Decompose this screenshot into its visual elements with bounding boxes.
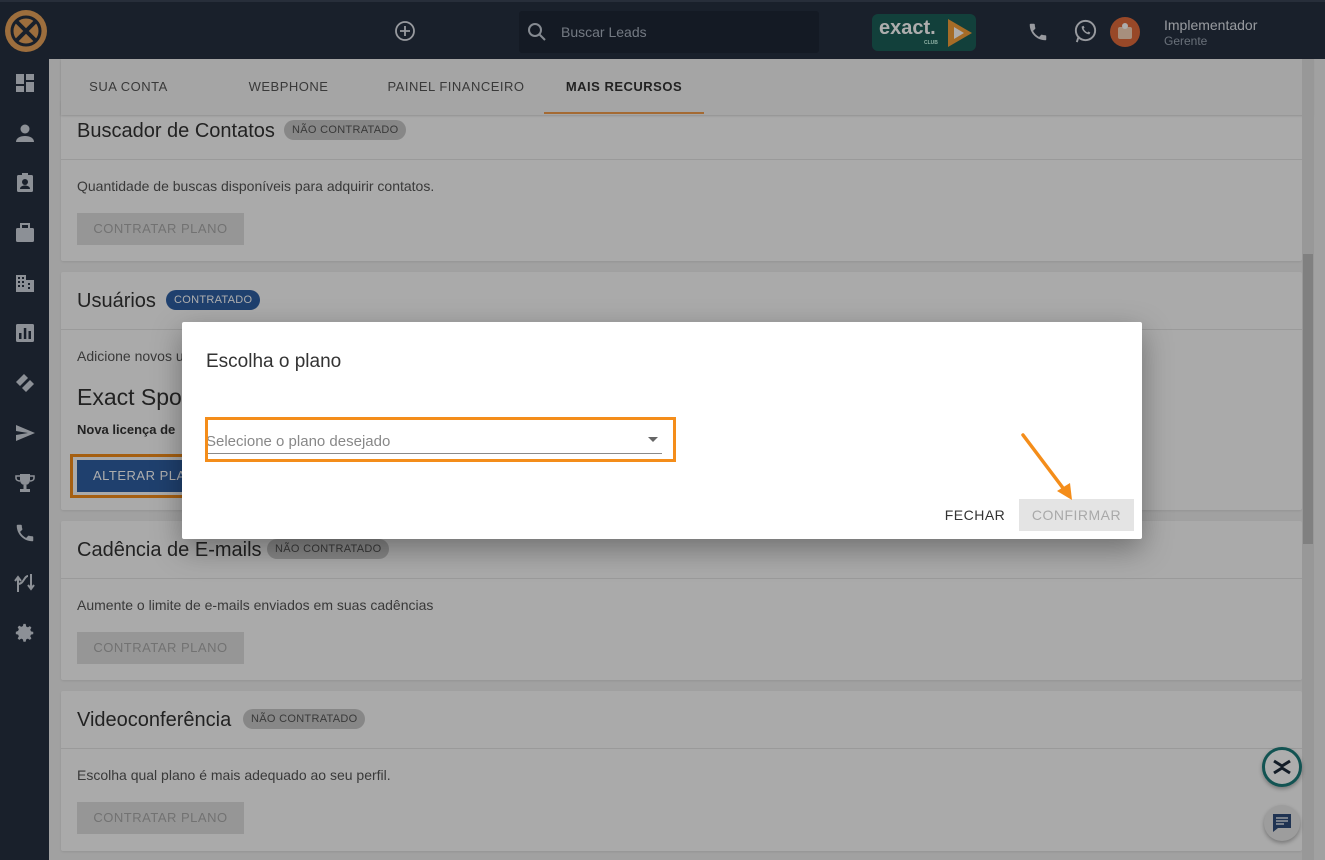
choose-plan-dialog: Escolha o plano Selecione o plano deseja… [182,322,1142,539]
confirm-button[interactable]: CONFIRMAR [1019,499,1134,531]
dialog-title: Escolha o plano [206,351,342,372]
close-button[interactable]: FECHAR [937,499,1013,531]
plan-select-highlight [205,417,676,462]
